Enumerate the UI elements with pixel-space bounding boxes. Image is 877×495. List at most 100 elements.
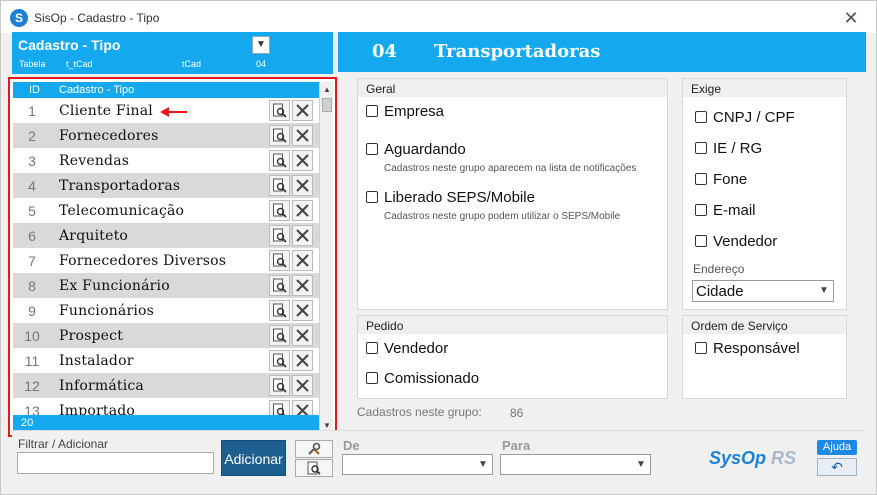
list-item[interactable]: 5 Telecomunicação (13, 198, 319, 223)
delete-record-button[interactable] (292, 325, 313, 346)
list-item-id: 9 (28, 303, 36, 319)
ie-rg-checkbox[interactable]: IE / RG (695, 140, 762, 157)
list-item-id: 3 (28, 153, 36, 169)
add-button[interactable]: Adicionar (221, 440, 286, 476)
geral-title: Geral (358, 79, 667, 97)
title-bar[interactable]: S SisOp - Cadastro - Tipo ✕ (1, 1, 876, 33)
view-record-button[interactable] (269, 175, 290, 196)
undo-button[interactable]: ↶ (817, 458, 857, 476)
view-record-button[interactable] (269, 125, 290, 146)
fone-checkbox[interactable]: Fone (695, 171, 747, 188)
delete-record-button[interactable] (292, 300, 313, 321)
list-item[interactable]: 10 Prospect (13, 323, 319, 348)
list-item-label: Informática (59, 378, 144, 394)
chevron-down-icon: ▼ (478, 459, 488, 470)
list-item-label: Transportadoras (59, 178, 181, 194)
list-item-id: 1 (28, 103, 36, 119)
view-record-button[interactable] (269, 350, 290, 371)
list-item-label: Prospect (59, 328, 124, 344)
window-title: SisOp - Cadastro - Tipo (34, 11, 160, 25)
delete-record-button[interactable] (292, 100, 313, 121)
para-select[interactable]: ▼ (500, 454, 651, 475)
empresa-checkbox[interactable]: Empresa (366, 103, 444, 120)
view-record-button[interactable] (269, 275, 290, 296)
record-count: 20 (21, 417, 34, 429)
view-record-button[interactable] (269, 300, 290, 321)
delete-record-button[interactable] (292, 125, 313, 146)
delete-record-button[interactable] (292, 250, 313, 271)
tools-button[interactable] (295, 440, 333, 458)
detail-code: 04 (372, 41, 398, 62)
list-item-id: 6 (28, 228, 36, 244)
list-item[interactable]: 2 Fornecedores (13, 123, 319, 148)
list-item[interactable]: 3 Revendas (13, 148, 319, 173)
help-button[interactable]: Ajuda (817, 440, 857, 455)
list-item[interactable]: 6 Arquiteto (13, 223, 319, 248)
list-item[interactable]: 8 Ex Funcionário (13, 273, 319, 298)
endereco-select[interactable]: Cidade ▼ (692, 280, 834, 302)
list-item-label: Revendas (59, 153, 130, 169)
view-record-button[interactable] (269, 150, 290, 171)
list-item[interactable]: 4 Transportadoras (13, 173, 319, 198)
endereco-label: Endereço (693, 262, 745, 276)
list-rows: 1 Cliente Final 2 Fornecedores 3 Revendas 4 Tra… (13, 98, 319, 423)
list-column-header: ID Cadastro - Tipo (13, 82, 319, 98)
list-item[interactable]: 11 Instalador (13, 348, 319, 373)
delete-record-button[interactable] (292, 375, 313, 396)
scroll-up-icon[interactable]: ▲ (321, 84, 333, 96)
list-item-id: 4 (28, 178, 36, 194)
aguardando-checkbox[interactable]: Aguardando (366, 141, 466, 158)
ordem-servico-group: Ordem de Serviço (682, 315, 847, 399)
responsavel-checkbox[interactable]: Responsável (695, 340, 800, 357)
chevron-down-icon: ▼ (819, 285, 829, 296)
delete-record-button[interactable] (292, 200, 313, 221)
filter-input[interactable] (17, 452, 214, 474)
vendedor-checkbox[interactable]: Vendedor (695, 233, 777, 250)
list-item[interactable]: 7 Fornecedores Diversos (13, 248, 319, 273)
search-preview-button[interactable] (295, 459, 333, 477)
list-item-id: 12 (24, 378, 40, 394)
view-record-button[interactable] (269, 200, 290, 221)
cnpj-cpf-checkbox[interactable]: CNPJ / CPF (695, 109, 795, 126)
delete-record-button[interactable] (292, 150, 313, 171)
search-document-icon (307, 461, 321, 475)
de-label: De (343, 438, 360, 453)
table-key: tCad (182, 59, 202, 69)
scroll-thumb[interactable] (322, 98, 332, 112)
de-select[interactable]: ▼ (342, 454, 493, 475)
view-record-button[interactable] (269, 100, 290, 121)
red-arrow-annotation-icon (160, 107, 187, 117)
view-record-button[interactable] (269, 325, 290, 346)
list-item-label: Funcionários (59, 303, 155, 319)
close-window-button[interactable]: ✕ (838, 7, 864, 29)
list-item[interactable]: 9 Funcionários (13, 298, 319, 323)
aguardando-hint: Cadastros neste grupo aparecem na lista … (384, 163, 637, 174)
view-record-button[interactable] (269, 250, 290, 271)
delete-record-button[interactable] (292, 275, 313, 296)
view-record-button[interactable] (269, 375, 290, 396)
delete-record-button[interactable] (292, 225, 313, 246)
pedido-vendedor-checkbox[interactable]: Vendedor (366, 340, 448, 357)
view-record-button[interactable] (269, 225, 290, 246)
list-panel-title: Cadastro - Tipo (18, 37, 121, 53)
exige-title: Exige (683, 79, 846, 97)
list-item-id: 10 (24, 328, 40, 344)
list-item-id: 5 (28, 203, 36, 219)
comissionado-checkbox[interactable]: Comissionado (366, 370, 479, 387)
email-checkbox[interactable]: E-mail (695, 202, 756, 219)
delete-record-button[interactable] (292, 175, 313, 196)
liberado-seps-checkbox[interactable]: Liberado SEPS/Mobile (366, 189, 535, 206)
detail-name: Transportadoras (434, 41, 601, 62)
endereco-value: Cidade (696, 283, 744, 300)
list-header-panel: Cadastro - Tipo ▼ Tabela t_tCad tCad 04 (12, 32, 333, 74)
list-scrollbar[interactable]: ▲ ▼ (319, 82, 333, 434)
panel-dropdown-button[interactable]: ▼ (252, 36, 270, 54)
table-label: Tabela (19, 59, 46, 69)
chevron-down-icon: ▼ (636, 459, 646, 470)
list-item-label: Telecomunicação (59, 203, 185, 219)
pedido-title: Pedido (358, 316, 667, 334)
sysop-logo: SysOp RS (709, 448, 797, 468)
tools-icon (308, 442, 321, 455)
delete-record-button[interactable] (292, 350, 313, 371)
list-item[interactable]: 12 Informática (13, 373, 319, 398)
